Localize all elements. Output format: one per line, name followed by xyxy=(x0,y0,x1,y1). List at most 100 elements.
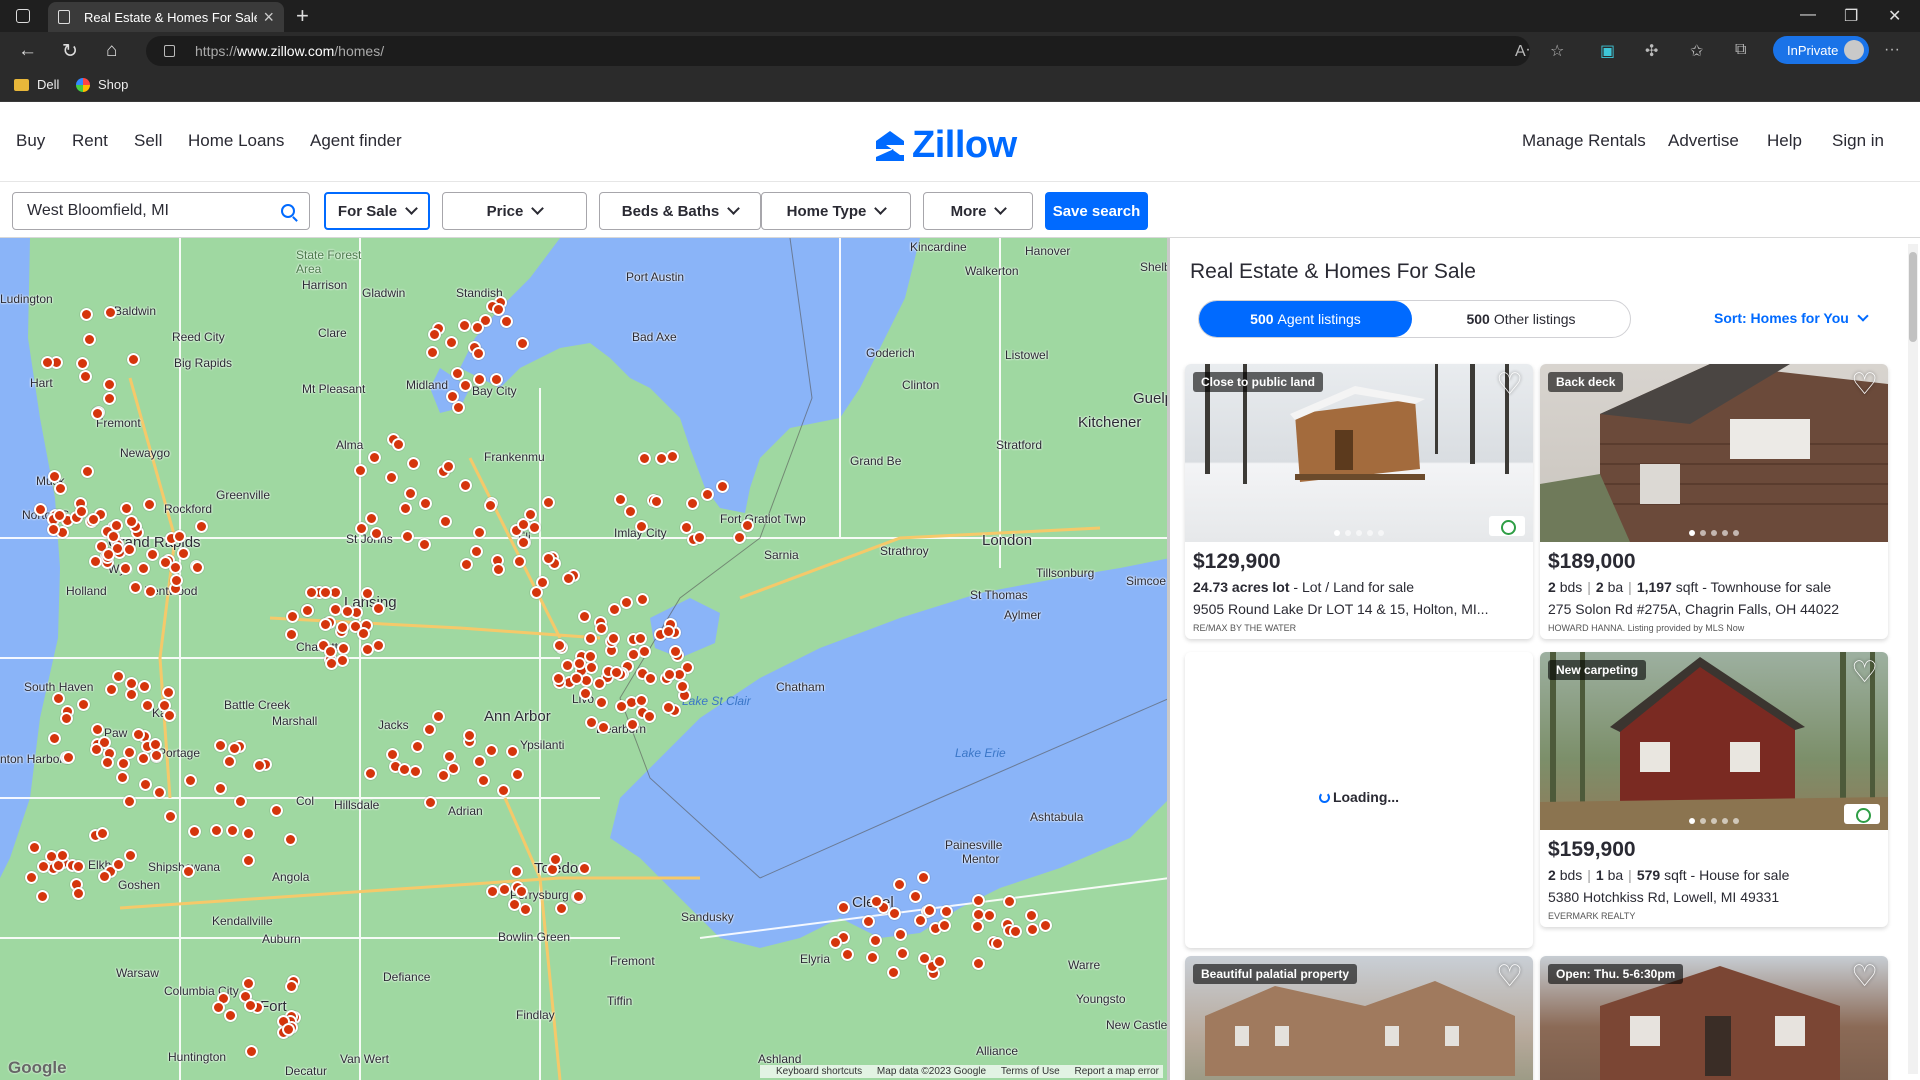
map-pin[interactable] xyxy=(281,1022,295,1036)
map-pin[interactable] xyxy=(861,914,875,928)
map-pin[interactable] xyxy=(163,708,177,722)
map-pin[interactable] xyxy=(148,737,162,751)
map-pin[interactable] xyxy=(584,715,598,729)
map-pin[interactable] xyxy=(158,555,172,569)
map-pin[interactable] xyxy=(597,720,611,734)
listing-address[interactable]: 275 Solon Rd #275A, Chagrin Falls, OH 44… xyxy=(1548,601,1880,617)
puzzle-icon[interactable]: ✣ xyxy=(1645,41,1658,61)
map-pin[interactable] xyxy=(489,372,503,386)
bookmark-shop[interactable]: Shop xyxy=(76,77,128,92)
inprivate-button[interactable]: InPrivate xyxy=(1773,36,1869,64)
terms-link[interactable]: Terms of Use xyxy=(1001,1066,1060,1077)
map-pin[interactable] xyxy=(569,672,583,686)
map-pin[interactable] xyxy=(118,561,132,575)
map-pin[interactable] xyxy=(408,765,422,779)
map-pin[interactable] xyxy=(353,464,367,478)
nav-agent-finder[interactable]: Agent finder xyxy=(310,131,402,151)
heart-icon[interactable]: ♡ xyxy=(1851,658,1878,688)
map-pin[interactable] xyxy=(80,465,94,479)
map-pin[interactable] xyxy=(318,585,332,599)
nav-advertise[interactable]: Advertise xyxy=(1668,131,1739,151)
map-pin[interactable] xyxy=(990,937,1004,951)
back-icon[interactable]: ← xyxy=(18,40,37,62)
map-pin[interactable] xyxy=(506,744,520,758)
map-pin[interactable] xyxy=(715,480,729,494)
nav-help[interactable]: Help xyxy=(1767,131,1802,151)
map-pin[interactable] xyxy=(515,884,529,898)
map-pin[interactable] xyxy=(181,864,195,878)
results-scrollbar[interactable] xyxy=(1908,244,1918,1074)
close-window-icon[interactable]: ✕ xyxy=(1888,6,1901,26)
map-pin[interactable] xyxy=(234,794,248,808)
nav-sign-in[interactable]: Sign in xyxy=(1832,131,1884,151)
map-pin[interactable] xyxy=(335,654,349,668)
home-icon[interactable]: ⌂ xyxy=(106,40,117,62)
map-pin[interactable] xyxy=(613,493,627,507)
map-pin[interactable] xyxy=(469,544,483,558)
map-pin[interactable] xyxy=(123,745,137,759)
map-pin[interactable] xyxy=(111,858,125,872)
map-pin[interactable] xyxy=(516,336,530,350)
map-pin[interactable] xyxy=(485,743,499,757)
map-pin[interactable] xyxy=(340,605,354,619)
map-pin[interactable] xyxy=(323,645,337,659)
map-pin[interactable] xyxy=(400,529,414,543)
map-pin[interactable] xyxy=(732,531,746,545)
map-pin[interactable] xyxy=(51,692,65,706)
map-pin[interactable] xyxy=(741,518,755,532)
map-pin[interactable] xyxy=(127,352,141,366)
map-pin[interactable] xyxy=(78,369,92,383)
map-view[interactable]: Kincardine Hanover Walkerton Shelbu Port… xyxy=(0,238,1170,1080)
map-pin[interactable] xyxy=(592,676,606,690)
map-pin[interactable] xyxy=(579,686,593,700)
map-pin[interactable] xyxy=(484,498,498,512)
listing-address[interactable]: 9505 Round Lake Dr LOT 14 & 15, Holton, … xyxy=(1193,601,1525,617)
map-pin[interactable] xyxy=(419,496,433,510)
map-pin[interactable] xyxy=(1025,922,1039,936)
map-pin[interactable] xyxy=(187,824,201,838)
map-pin[interactable] xyxy=(33,503,47,517)
map-pin[interactable] xyxy=(172,530,186,544)
collections-icon[interactable]: ⧉ xyxy=(1735,41,1746,59)
map-pin[interactable] xyxy=(223,754,237,768)
address-bar[interactable]: https://www.zillow.com/homes/ xyxy=(146,36,1530,66)
read-aloud-icon[interactable]: Aᐧ xyxy=(1515,41,1530,61)
listing-photo[interactable]: Close to public land ♡ xyxy=(1185,364,1533,542)
map-pin[interactable] xyxy=(444,335,458,349)
map-pin[interactable] xyxy=(269,804,283,818)
map-pin[interactable] xyxy=(892,877,906,891)
map-pin[interactable] xyxy=(584,649,597,663)
map-pin[interactable] xyxy=(124,677,138,691)
map-pin[interactable] xyxy=(83,332,97,346)
map-pin[interactable] xyxy=(436,768,450,782)
map-pin[interactable] xyxy=(661,625,675,639)
heart-icon[interactable]: ♡ xyxy=(1496,370,1523,400)
map-pin[interactable] xyxy=(459,558,473,572)
map-pin[interactable] xyxy=(87,512,101,526)
map-pin[interactable] xyxy=(923,903,937,917)
browser-tab[interactable]: Real Estate & Homes For Sale - 3 × xyxy=(48,2,284,32)
map-pin[interactable] xyxy=(1002,894,1016,908)
map-pin[interactable] xyxy=(384,471,398,484)
refresh-icon[interactable]: ↻ xyxy=(62,40,78,63)
map-pin[interactable] xyxy=(61,751,75,765)
map-pin[interactable] xyxy=(886,966,900,980)
map-pin[interactable] xyxy=(76,698,90,712)
map-pin[interactable] xyxy=(136,752,150,766)
map-pin[interactable] xyxy=(654,451,668,465)
listing-address[interactable]: 5380 Hotchkiss Rd, Lowell, MI 49331 xyxy=(1548,889,1880,905)
map-pin[interactable] xyxy=(370,526,384,540)
map-pin[interactable] xyxy=(516,536,530,550)
nav-buy[interactable]: Buy xyxy=(16,131,45,151)
save-search-button[interactable]: Save search xyxy=(1045,192,1148,230)
map-pin[interactable] xyxy=(398,502,412,516)
map-pin[interactable] xyxy=(153,785,167,799)
map-pin[interactable] xyxy=(458,378,472,392)
map-pin[interactable] xyxy=(649,495,663,509)
nav-rent[interactable]: Rent xyxy=(72,131,108,151)
map-pin[interactable] xyxy=(74,504,88,518)
nav-home-loans[interactable]: Home Loans xyxy=(188,131,284,151)
map-pin[interactable] xyxy=(104,683,118,697)
map-pin[interactable] xyxy=(161,686,175,700)
map-pin[interactable] xyxy=(53,482,67,496)
